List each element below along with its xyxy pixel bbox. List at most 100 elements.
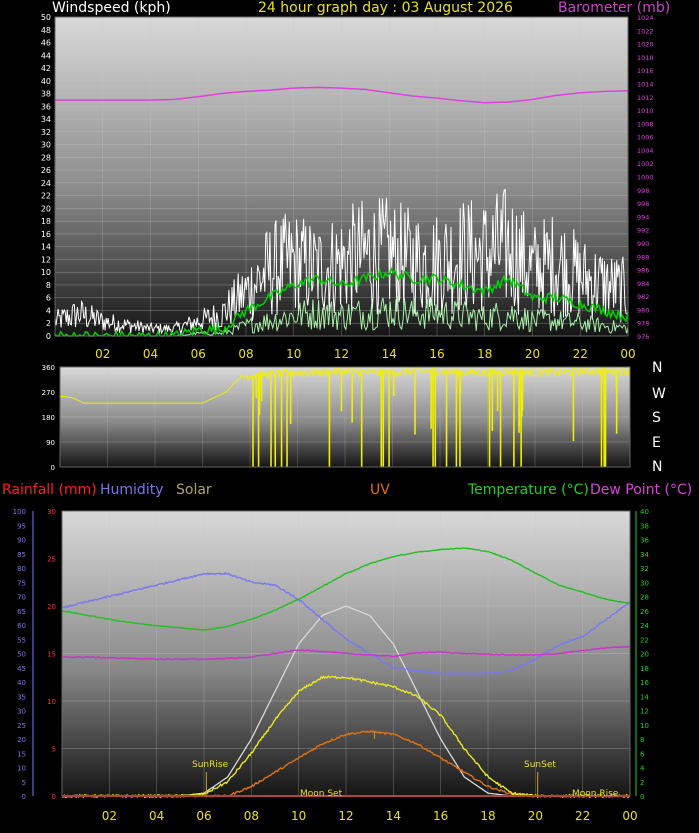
rain-y-tick-label: 15 xyxy=(47,651,56,659)
wind-y-tick-label: 18 xyxy=(41,217,51,226)
temp-y-tick-label: 24 xyxy=(640,622,649,630)
wind-y-tick-label: 28 xyxy=(41,153,51,162)
windspeed-axis-title: Windspeed (kph) xyxy=(52,0,171,16)
baro-y-tick-label: 1014 xyxy=(637,80,654,88)
compass-n-bottom: N xyxy=(652,459,663,475)
rain-y-tick-label: 5 xyxy=(52,746,56,754)
baro-y-tick-label: 998 xyxy=(637,187,649,195)
legend-dewpoint: Dew Point (°C) xyxy=(590,482,693,498)
moonset-label: Moon Set xyxy=(300,789,343,799)
direction-y-tick-label: 0 xyxy=(51,464,55,472)
barometer-axis-title: Barometer (mb) xyxy=(558,0,671,16)
temp-x-tick-label: 12 xyxy=(338,809,353,823)
legend-temperature: Temperature (°C) xyxy=(468,482,589,498)
temp-y-tick-label: 10 xyxy=(640,722,649,730)
humidity-y-tick-label: 75 xyxy=(17,579,26,587)
temp-y-tick-label: 4 xyxy=(640,765,645,773)
moonrise-label: Moon Rise xyxy=(572,789,619,799)
temp-x-tick-label: 06 xyxy=(196,809,211,823)
rain-y-tick-label: 0 xyxy=(52,793,56,801)
baro-y-tick-label: 1000 xyxy=(637,174,654,182)
wind-y-tick-label: 44 xyxy=(41,51,51,60)
compass-s: S xyxy=(652,410,661,426)
legend-rainfall: Rainfall (mm) xyxy=(2,482,97,498)
direction-y-tick-label: 90 xyxy=(46,439,55,447)
temp-y-tick-label: 2 xyxy=(640,779,644,787)
humidity-y-tick-label: 85 xyxy=(17,551,26,559)
wind-x-tick-label: 14 xyxy=(382,347,397,361)
legend-uv: UV xyxy=(370,482,390,498)
baro-y-tick-label: 982 xyxy=(637,293,649,301)
temp-y-tick-label: 6 xyxy=(640,750,645,758)
wind-y-tick-label: 40 xyxy=(41,77,51,86)
humidity-y-tick-label: 0 xyxy=(22,793,26,801)
humidity-y-tick-label: 20 xyxy=(17,736,26,744)
baro-y-tick-label: 1008 xyxy=(637,120,654,128)
baro-y-tick-label: 1016 xyxy=(637,67,654,75)
wind-y-tick-label: 34 xyxy=(41,115,51,124)
humidity-y-tick-label: 40 xyxy=(17,679,26,687)
temp-x-tick-label: 18 xyxy=(480,809,495,823)
temp-x-tick-label: 08 xyxy=(244,809,259,823)
direction-y-tick-label: 270 xyxy=(42,389,55,397)
wind-y-tick-label: 24 xyxy=(41,179,51,188)
baro-y-tick-label: 996 xyxy=(637,200,649,208)
humidity-y-tick-label: 50 xyxy=(17,651,26,659)
wind-x-tick-label: 06 xyxy=(191,347,206,361)
wind-y-tick-label: 26 xyxy=(41,166,51,175)
wind-y-tick-label: 42 xyxy=(41,64,51,73)
baro-y-tick-label: 986 xyxy=(637,267,649,275)
temp-y-tick-label: 12 xyxy=(640,708,649,716)
direction-y-tick-label: 180 xyxy=(42,414,55,422)
humidity-y-tick-label: 5 xyxy=(22,779,26,787)
temp-y-tick-label: 36 xyxy=(640,537,649,545)
humidity-y-tick-label: 10 xyxy=(17,765,26,773)
wind-x-tick-label: 20 xyxy=(525,347,540,361)
temp-y-tick-label: 14 xyxy=(640,693,649,701)
baro-y-tick-label: 990 xyxy=(637,240,649,248)
humidity-y-tick-label: 35 xyxy=(17,693,26,701)
baro-y-tick-label: 1004 xyxy=(637,147,654,155)
wind-y-tick-label: 20 xyxy=(41,204,51,213)
temp-x-tick-label: 16 xyxy=(433,809,448,823)
wind-x-tick-label: 18 xyxy=(477,347,492,361)
sunrise-label: SunRise xyxy=(192,760,229,770)
wind-y-tick-label: 32 xyxy=(41,128,51,137)
baro-y-tick-label: 984 xyxy=(637,280,649,288)
baro-y-tick-label: 976 xyxy=(637,333,649,341)
baro-y-tick-label: 988 xyxy=(637,253,649,261)
baro-y-tick-label: 1006 xyxy=(637,134,654,142)
humidity-y-tick-label: 90 xyxy=(17,537,26,545)
wind-y-tick-label: 12 xyxy=(41,255,51,264)
temp-y-tick-label: 32 xyxy=(640,565,649,573)
wind-y-tick-label: 2 xyxy=(46,319,51,328)
temp-y-tick-label: 20 xyxy=(640,651,649,659)
wind-y-tick-label: 16 xyxy=(41,230,51,239)
chart-title: 24 hour graph day : 03 August 2026 xyxy=(258,0,513,16)
baro-y-tick-label: 1018 xyxy=(637,54,654,62)
wind-y-tick-label: 38 xyxy=(41,90,51,99)
humidity-y-tick-label: 60 xyxy=(17,622,26,630)
wind-x-tick-label: 00 xyxy=(620,347,635,361)
temp-x-tick-label: 14 xyxy=(386,809,401,823)
temp-x-tick-label: 00 xyxy=(622,809,637,823)
compass-n-top: N xyxy=(652,360,663,376)
wind-y-tick-label: 30 xyxy=(41,141,51,150)
humidity-y-tick-label: 80 xyxy=(17,565,26,573)
humidity-y-tick-label: 100 xyxy=(13,508,26,516)
temp-x-tick-label: 04 xyxy=(149,809,164,823)
wind-x-tick-label: 04 xyxy=(143,347,158,361)
wind-y-tick-label: 4 xyxy=(46,306,51,315)
temp-y-tick-label: 8 xyxy=(640,736,644,744)
wind-y-tick-label: 48 xyxy=(41,26,51,35)
wind-y-tick-label: 6 xyxy=(46,294,51,303)
temp-y-tick-label: 30 xyxy=(640,579,649,587)
temp-y-tick-label: 0 xyxy=(640,793,644,801)
wind-x-tick-label: 08 xyxy=(238,347,253,361)
temp-x-tick-label: 02 xyxy=(102,809,117,823)
wind-y-tick-label: 36 xyxy=(41,102,51,111)
baro-y-tick-label: 978 xyxy=(637,320,649,328)
rain-y-tick-label: 10 xyxy=(47,698,56,706)
baro-y-tick-label: 1002 xyxy=(637,160,654,168)
baro-y-tick-label: 1020 xyxy=(637,41,654,49)
